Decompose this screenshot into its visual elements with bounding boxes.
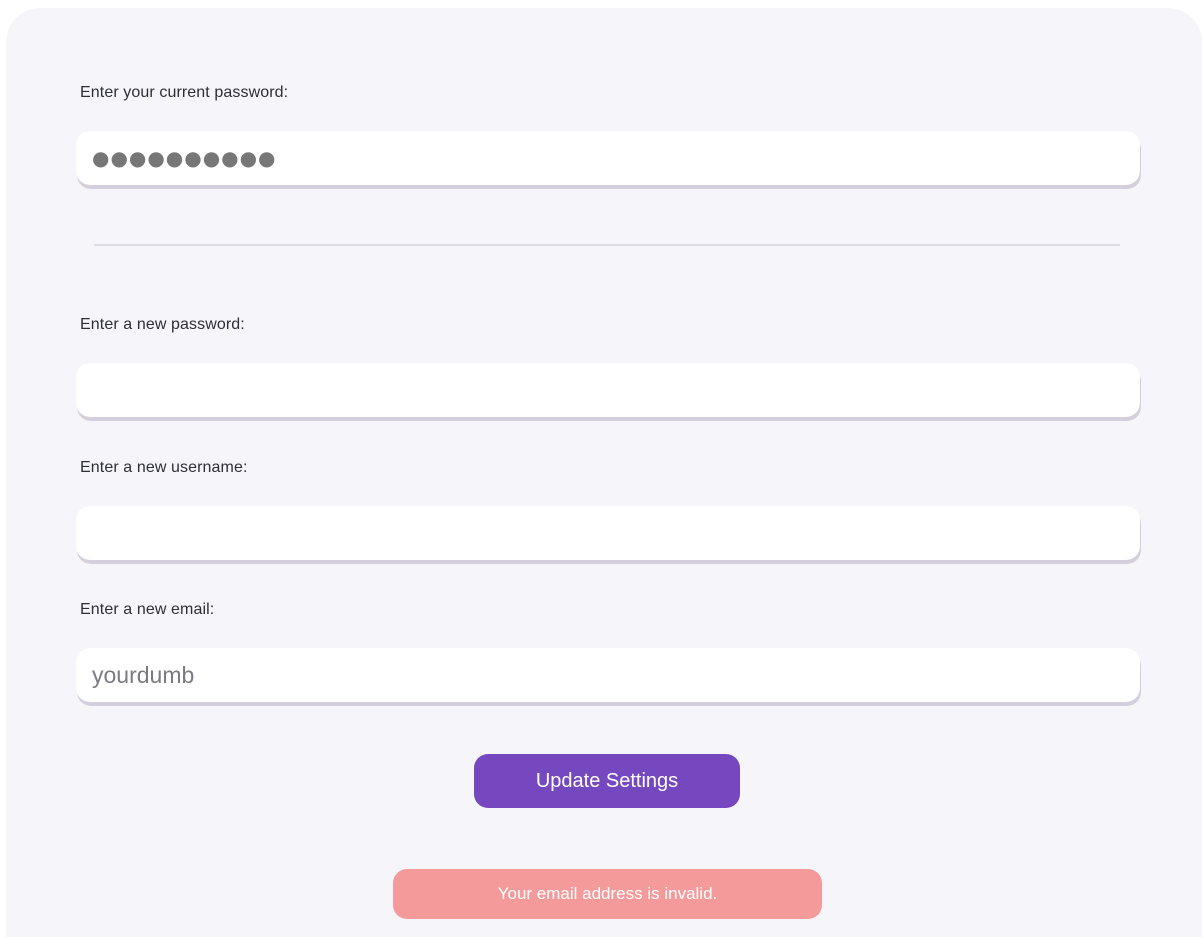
new-password-input[interactable] [92,363,1124,417]
new-email-field[interactable] [76,648,1140,702]
current-password-label: Enter your current password: [80,84,289,101]
error-message: Your email address is invalid. [393,869,822,919]
new-password-label: Enter a new password: [80,316,245,333]
new-username-label: Enter a new username: [80,459,248,476]
current-password-masked-value: ●●●●●●●●●● [92,146,277,170]
new-username-input[interactable] [92,506,1124,560]
current-password-field[interactable]: ●●●●●●●●●● [76,131,1140,185]
new-password-field[interactable] [76,363,1140,417]
new-email-input[interactable] [92,648,1124,702]
update-settings-button[interactable]: Update Settings [474,754,740,808]
new-username-field[interactable] [76,506,1140,560]
section-divider [94,244,1120,246]
new-email-label: Enter a new email: [80,601,215,618]
